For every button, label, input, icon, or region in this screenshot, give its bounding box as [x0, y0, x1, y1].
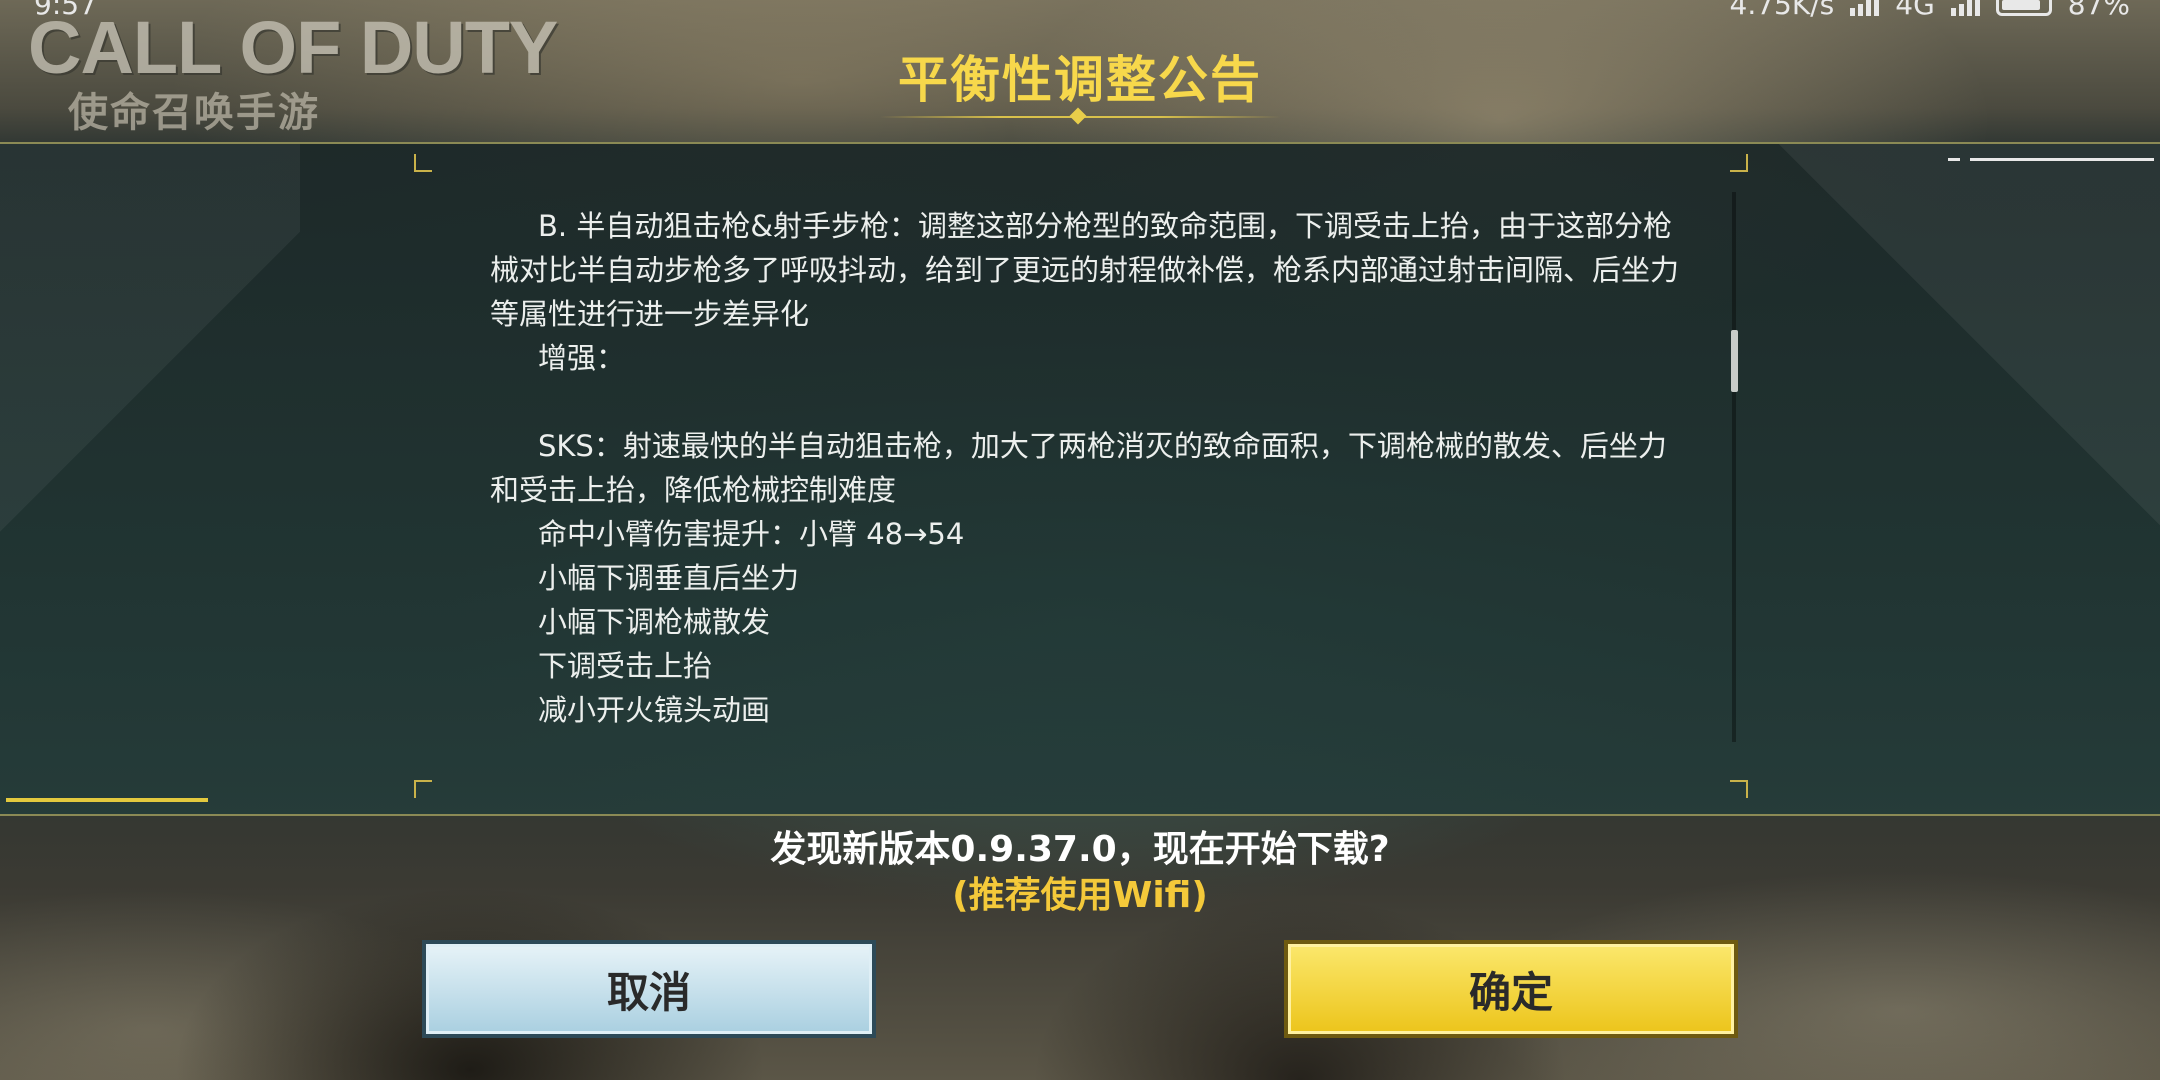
panel-accent-line [6, 798, 208, 802]
panel-accent-dash [1948, 158, 1960, 161]
scrollbar-track[interactable] [1732, 192, 1736, 742]
network-type: 4G [1895, 0, 1935, 21]
announcement-content[interactable]: B. 半自动狙击枪&射手步枪：调整这部分枪型的致命范围，下调受击上抬，由于这部分… [490, 204, 1680, 727]
wifi-recommendation: (推荐使用Wifi) [952, 875, 1208, 916]
signal-icon [1850, 0, 1880, 16]
list-item: 下调受击上抬 [538, 649, 713, 683]
panel-decoration-left [0, 144, 300, 814]
update-prompt: 发现新版本0.9.37.0，现在开始下载? [770, 829, 1390, 870]
confirm-button[interactable]: 确定 [1284, 940, 1738, 1038]
list-item: 小幅下调垂直后坐力 [538, 561, 800, 595]
dialog-title: 平衡性调整公告 [898, 51, 1262, 109]
battery-level: 87% [2067, 0, 2130, 21]
list-item: 减小开火镜头动画 [538, 693, 771, 727]
corner-mark [414, 154, 432, 172]
announcement-panel: B. 半自动狙击枪&射手步枪：调整这部分枪型的致命范围，下调受击上抬，由于这部分… [0, 142, 2160, 816]
scrollbar-thumb[interactable] [1731, 330, 1738, 392]
paragraph: SKS：射速最快的半自动狙击枪，加大了两枪消灭的致命面积，下调枪械的散发、后坐力… [490, 429, 1667, 507]
paragraph: 增强： [538, 341, 626, 375]
status-right: 4.75K/s 4G 87% [1730, 0, 2130, 21]
list-item: 命中小臂伤害提升：小臂 48→54 [538, 517, 965, 551]
corner-mark [1730, 154, 1748, 172]
panel-accent-line [1970, 158, 2154, 161]
corner-mark [414, 780, 432, 798]
cancel-button[interactable]: 取消 [422, 940, 876, 1038]
network-speed: 4.75K/s [1729, 0, 1835, 21]
battery-icon [1995, 0, 2052, 16]
list-item: 小幅下调枪械散发 [538, 605, 771, 639]
panel-decoration-right [1740, 144, 2160, 814]
signal-icon-2 [1950, 0, 1980, 16]
corner-mark [1730, 780, 1748, 798]
paragraph: B. 半自动狙击枪&射手步枪：调整这部分枪型的致命范围，下调受击上抬，由于这部分… [490, 209, 1680, 331]
